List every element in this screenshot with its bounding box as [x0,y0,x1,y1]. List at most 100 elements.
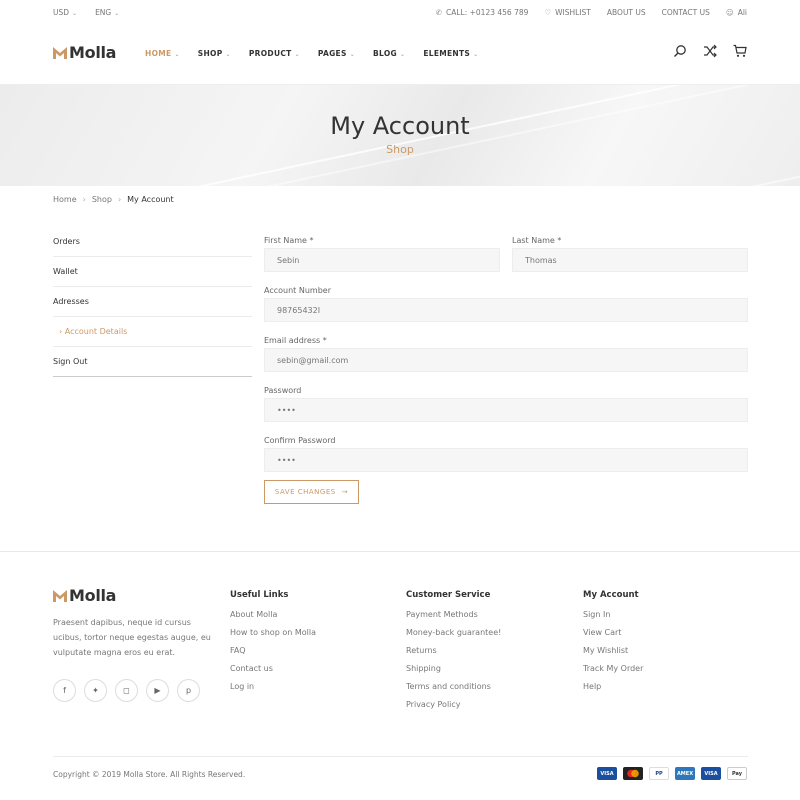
nav-blog[interactable]: BLOG ⌄ [373,49,405,58]
breadcrumb-home[interactable]: Home [53,195,77,204]
footer-logo-text: Molla [69,586,117,605]
sidebar-item-addresses[interactable]: Adresses [53,287,252,317]
nav-pages-label: PAGES [317,49,347,58]
footer-link[interactable]: Track My Order [583,664,643,682]
chevron-down-icon: ⌄ [294,51,300,58]
account-sidebar: Orders Wallet Adresses › Account Details… [53,227,252,377]
footer-customer-service: Customer Service Payment Methods Money-b… [406,590,501,718]
footer-link[interactable]: Terms and conditions [406,682,501,700]
footer-link[interactable]: Payment Methods [406,610,501,628]
footer-divider [0,551,800,552]
chevron-down-icon: ⌄ [399,51,406,58]
footer-link[interactable]: Contact us [230,664,316,682]
account-number-field[interactable]: 98765432I [264,298,748,322]
first-name-label: First Name * [264,236,314,245]
sidebar-item-label: Account Details [64,327,128,336]
arrow-right-icon: → [341,488,349,496]
logo-text: Molla [69,43,117,62]
top-bar: USD ⌄ ENG ⌄ ✆ Call: +0123 456 789 ♡ Wishlist… [0,0,800,24]
confirm-password-label: Confirm Password [264,436,336,445]
footer-link[interactable]: Money-back guarantee! [406,628,501,646]
breadcrumb: Home › Shop › My Account [53,195,174,204]
phone-link[interactable]: ✆ Call: +0123 456 789 [436,8,529,17]
account-details-form: First Name * Sebin Last Name * Thomas Ac… [264,236,748,504]
facebook-icon[interactable]: f [53,679,76,702]
user-label: Ali [737,8,747,17]
last-name-label: Last Name * [512,236,562,245]
chevron-down-icon: ⌄ [225,51,231,58]
visa-electron-icon: VISA [701,767,721,780]
payment-methods: VISA PP AMEX VISA Pay [597,767,747,780]
nav-shop[interactable]: SHOP ⌄ [198,49,231,58]
visa-icon: VISA [597,767,617,780]
nav-home[interactable]: HOME ⌄ [145,49,180,58]
nav-product[interactable]: PRODUCT ⌄ [249,49,300,58]
youtube-icon[interactable]: ▶ [146,679,169,702]
password-field[interactable]: •••• [264,398,748,422]
page-title: My Account [330,112,470,140]
footer-logo[interactable]: Molla [53,586,116,605]
sidebar-item-orders[interactable]: Orders [53,227,252,257]
footer-link[interactable]: Log in [230,682,316,700]
mastercard-icon [623,767,643,780]
footer-link[interactable]: How to shop on Molla [230,628,316,646]
footer-link[interactable]: Returns [406,646,501,664]
sidebar-item-wallet[interactable]: Wallet [53,257,252,287]
search-icon[interactable] [673,44,687,58]
cart-icon[interactable] [733,44,747,58]
footer-link[interactable]: My Wishlist [583,646,643,664]
footer-useful-links: Useful Links About Molla How to shop on … [230,590,316,700]
shuffle-icon[interactable] [703,44,717,58]
currency-select[interactable]: USD ⌄ [53,8,77,17]
save-changes-label: SAVE CHANGES [274,488,336,496]
main-nav: HOME ⌄ SHOP ⌄ PRODUCT ⌄ PAGES ⌄ BLOG ⌄ ELEMEN… [145,49,478,58]
nav-product-label: PRODUCT [248,49,292,58]
page-subtitle: Shop [386,143,414,156]
password-label: Password [264,386,302,395]
pinterest-icon[interactable]: p [177,679,200,702]
footer-link[interactable]: Shipping [406,664,501,682]
chevron-down-icon: ⌄ [72,10,78,17]
footer-link[interactable]: View Cart [583,628,643,646]
last-name-field[interactable]: Thomas [512,248,748,272]
chevron-right-icon: › [82,195,86,204]
sidebar-item-account-details[interactable]: › Account Details [53,317,252,347]
chevron-down-icon: ⌄ [473,51,479,58]
user-icon: ☺ [725,8,734,17]
footer-link[interactable]: Sign In [583,610,643,628]
breadcrumb-shop[interactable]: Shop [92,195,112,204]
footer-heading: Useful Links [230,590,289,600]
email-field[interactable]: sebin@gmail.com [264,348,748,372]
footer-link[interactable]: FAQ [230,646,316,664]
footer-link[interactable]: Help [583,682,643,700]
social-links: f ✦ ◻ ▶ p [53,679,200,702]
confirm-password-field[interactable]: •••• [264,448,748,472]
twitter-icon[interactable]: ✦ [84,679,107,702]
sidebar-item-sign-out[interactable]: Sign Out [53,347,252,377]
nav-elements[interactable]: ELEMENTS ⌄ [423,49,478,58]
wishlist-label: Wishlist [555,8,591,17]
footer-link[interactable]: Privacy Policy [406,700,501,718]
page-header-banner: My Account Shop [0,85,800,186]
footer-link[interactable]: About Molla [230,610,316,628]
contact-link[interactable]: Contact Us [662,8,710,17]
logo[interactable]: Molla [53,43,116,62]
paypal-icon: PP [649,767,669,780]
nav-blog-label: BLOG [373,49,397,58]
save-changes-button[interactable]: SAVE CHANGES → [264,480,359,504]
language-select[interactable]: ENG ⌄ [95,8,119,17]
chevron-right-icon: › [117,195,122,204]
first-name-field[interactable]: Sebin [264,248,500,272]
amex-icon: AMEX [675,767,695,780]
chevron-down-icon: ⌄ [114,10,120,17]
about-link[interactable]: About Us [607,8,646,17]
instagram-icon[interactable]: ◻ [115,679,138,702]
chevron-down-icon: ⌄ [174,51,180,58]
nav-pages[interactable]: PAGES ⌄ [318,49,355,58]
nav-elements-label: ELEMENTS [423,49,471,58]
user-link[interactable]: ☺ Ali [726,8,747,17]
footer-bottom-divider [53,756,748,757]
wishlist-link[interactable]: ♡ Wishlist [544,8,591,17]
chevron-down-icon: ⌄ [349,51,356,58]
breadcrumb-current: My Account [127,195,174,204]
